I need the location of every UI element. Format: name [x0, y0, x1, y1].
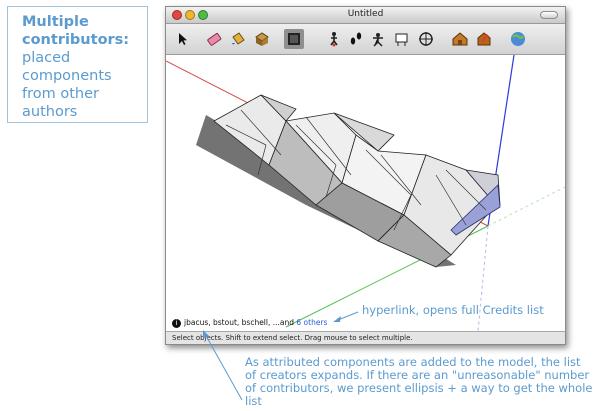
callout-arrows [203, 311, 359, 401]
hyperlink-callout: hyperlink, opens full Credits list [362, 303, 544, 317]
explanation-callout-arrow [204, 333, 243, 401]
explanation-callout: As attributed components are added to th… [245, 355, 593, 408]
explanation-callout-arrowhead [203, 330, 209, 338]
hyperlink-callout-arrowhead [333, 316, 341, 322]
